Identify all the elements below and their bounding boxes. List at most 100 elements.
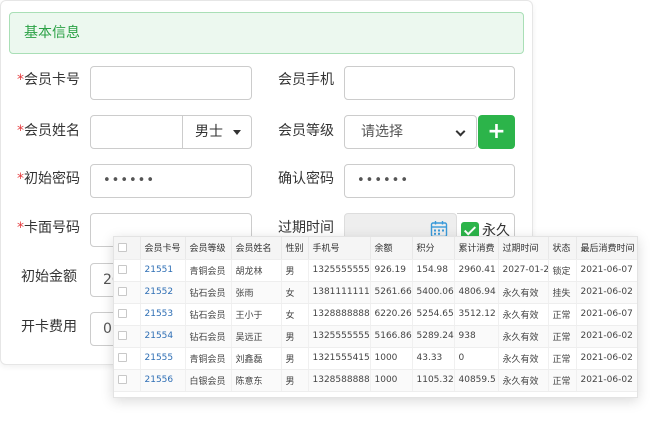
section-title: 基本信息 — [9, 12, 524, 54]
table-row[interactable]: 21556 白银会员 陈意东男 13285888885 1000 1105.32 40859… — [114, 369, 637, 392]
column-header[interactable]: 积分 — [412, 237, 455, 260]
table-cell: 2021-06-02 — [576, 281, 637, 304]
table-cell: 刘鑫磊 — [231, 347, 282, 370]
card-face-label: *卡面号码 — [17, 220, 80, 236]
table-cell: 女 — [281, 281, 309, 304]
table-cell: 5261.66 — [370, 281, 413, 304]
init-amount-label: 初始金额 — [21, 269, 77, 285]
column-header[interactable]: 会员姓名 — [231, 237, 282, 260]
table-cell: 2027-01-29 — [498, 259, 549, 282]
table-cell[interactable]: 21555 — [140, 347, 186, 370]
card-fee-label: 开卡费用 — [21, 319, 77, 335]
row-checkbox[interactable] — [114, 259, 141, 282]
table-cell: 正常 — [548, 347, 577, 370]
card-no-label: *会员卡号 — [17, 72, 80, 88]
column-header[interactable]: 过期时间 — [498, 237, 549, 260]
table-cell: 43.33 — [412, 347, 455, 370]
column-header[interactable]: 累计消费 — [454, 237, 499, 260]
phone-label: 会员手机 — [278, 72, 334, 88]
member-table-panel: 会员卡号 会员等级 会员姓名 性别 手机号 余额 积分 累计消费 过期时间 状态… — [113, 236, 638, 398]
table-cell: 吴远正 — [231, 325, 282, 348]
add-level-button[interactable]: + — [478, 115, 515, 149]
init-pwd-input[interactable]: •••••• — [90, 164, 252, 198]
table-cell: 2021-06-02 — [576, 369, 637, 392]
column-header[interactable]: 性别 — [281, 237, 309, 260]
table-cell: 13215554154 — [308, 347, 371, 370]
table-row[interactable]: 21552 钻石会员 张雨女 13811111111 5261.66 5400.06 480… — [114, 281, 637, 304]
column-header[interactable]: 手机号 — [308, 237, 371, 260]
table-cell: 0 — [454, 347, 499, 370]
table-row[interactable]: 21555 青铜会员 刘鑫磊男 13215554154 1000 43.33 0 永久有效 正常… — [114, 347, 637, 370]
row-checkbox[interactable] — [114, 347, 141, 370]
table-cell: 1000 — [370, 347, 413, 370]
table-cell[interactable]: 21552 — [140, 281, 186, 304]
table-cell: 2021-06-02 — [576, 347, 637, 370]
name-label: *会员姓名 — [17, 123, 80, 139]
table-cell: 永久有效 — [498, 303, 549, 326]
table-cell: 女 — [281, 303, 309, 326]
column-header[interactable]: 会员卡号 — [140, 237, 186, 260]
column-header[interactable]: 最后消费时间 — [576, 237, 637, 260]
column-header[interactable]: 会员等级 — [185, 237, 232, 260]
table-row[interactable]: 21553 钻石会员 王小于女 13288888888 6220.26 5254.65 35… — [114, 303, 637, 326]
level-label: 会员等级 — [278, 123, 334, 139]
table-cell: 2960.41 — [454, 259, 499, 282]
confirm-pwd-input[interactable]: •••••• — [344, 164, 515, 198]
row-checkbox[interactable] — [114, 281, 141, 304]
table-cell: 5254.65 — [412, 303, 455, 326]
column-header[interactable]: 状态 — [548, 237, 577, 260]
level-placeholder: 请选择 — [361, 124, 403, 140]
table-cell: 40859.5 — [454, 369, 499, 392]
table-cell: 锁定 — [548, 259, 577, 282]
name-input[interactable] — [90, 115, 183, 149]
table-cell: 青铜会员 — [185, 347, 232, 370]
table-cell: 白银会员 — [185, 369, 232, 392]
table-cell: 永久有效 — [498, 347, 549, 370]
table-cell: 正常 — [548, 303, 577, 326]
table-cell: 男 — [281, 259, 309, 282]
level-select[interactable]: 请选择 — [344, 115, 477, 149]
card-no-input[interactable] — [90, 66, 252, 100]
table-cell[interactable]: 21551 — [140, 259, 186, 282]
table-cell: 6220.26 — [370, 303, 413, 326]
table-cell[interactable]: 21553 — [140, 303, 186, 326]
table-cell: 13288888888 — [308, 303, 371, 326]
column-header[interactable]: 余额 — [370, 237, 413, 260]
chevron-down-icon — [455, 126, 466, 137]
gender-dropdown[interactable]: 男士 — [182, 115, 252, 149]
table-cell: 2021-06-07 — [576, 259, 637, 282]
table-cell: 2021-06-07 — [576, 303, 637, 326]
table-cell: 男 — [281, 369, 309, 392]
select-all-checkbox[interactable] — [114, 237, 141, 260]
table-cell[interactable]: 21554 — [140, 325, 186, 348]
table-cell: 5166.86 — [370, 325, 413, 348]
row-checkbox[interactable] — [114, 303, 141, 326]
table-cell[interactable]: 21556 — [140, 369, 186, 392]
table-cell: 胡龙林 — [231, 259, 282, 282]
row-checkbox[interactable] — [114, 325, 141, 348]
table-cell: 13285888885 — [308, 369, 371, 392]
table-cell: 永久有效 — [498, 281, 549, 304]
member-table: 会员卡号 会员等级 会员姓名 性别 手机号 余额 积分 累计消费 过期时间 状态… — [114, 237, 637, 392]
required-mark: * — [17, 72, 24, 88]
table-cell: 5400.06 — [412, 281, 455, 304]
table-row[interactable]: 21554 钻石会员 吴远正男 13255555555 5166.86 5289.24 93… — [114, 325, 637, 348]
table-cell: 938 — [454, 325, 499, 348]
table-cell: 正常 — [548, 325, 577, 348]
table-cell: 13255555555 — [308, 325, 371, 348]
table-cell: 男 — [281, 347, 309, 370]
table-cell: 永久有效 — [498, 369, 549, 392]
phone-input[interactable] — [344, 66, 515, 100]
table-cell: 3512.12 — [454, 303, 499, 326]
table-cell: 13811111111 — [308, 281, 371, 304]
gender-value: 男士 — [195, 124, 223, 140]
table-cell: 永久有效 — [498, 325, 549, 348]
table-cell: 4806.94 — [454, 281, 499, 304]
table-cell: 张雨 — [231, 281, 282, 304]
table-cell: 挂失 — [548, 281, 577, 304]
table-cell: 钻石会员 — [185, 325, 232, 348]
table-header-row: 会员卡号 会员等级 会员姓名 性别 手机号 余额 积分 累计消费 过期时间 状态… — [114, 237, 637, 260]
table-row[interactable]: 21551 青铜会员 胡龙林男 13255555552 926.19 154.98 2960… — [114, 259, 637, 282]
table-cell: 13255555552 — [308, 259, 371, 282]
row-checkbox[interactable] — [114, 369, 141, 392]
